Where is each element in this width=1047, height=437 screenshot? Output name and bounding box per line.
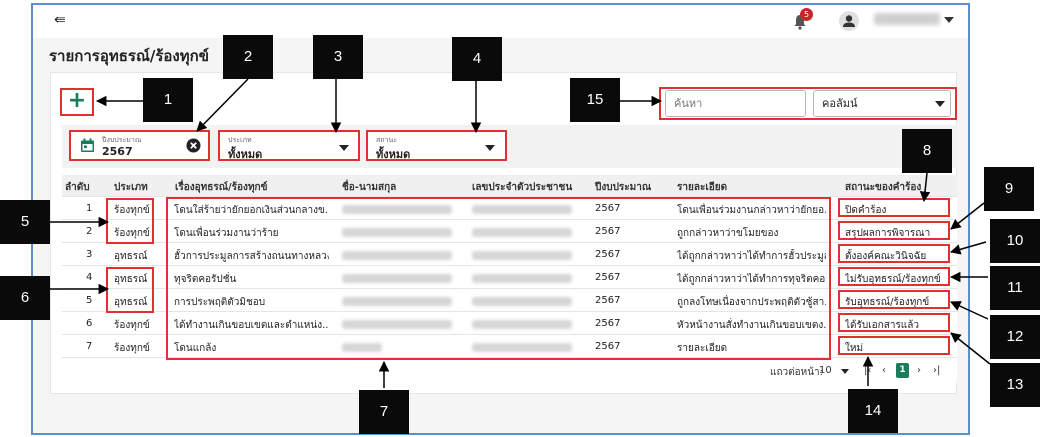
callout-marker: 1	[143, 78, 193, 122]
column-select-value: คอลัมน์	[822, 97, 858, 110]
column-header[interactable]: สถานะของคำร้อง	[845, 180, 921, 195]
user-avatar[interactable]	[839, 11, 859, 31]
next-page-icon[interactable]: ›	[917, 365, 921, 376]
callout-marker: 2	[223, 35, 273, 79]
callout-marker: 6	[0, 276, 50, 320]
callout-box-12	[838, 290, 950, 309]
callout-marker: 7	[359, 390, 409, 434]
status-filter-chevron-down-icon[interactable]	[485, 145, 495, 151]
user-menu-chevron-down-icon[interactable]	[944, 17, 954, 23]
callout-box-14	[838, 336, 950, 355]
callout-marker: 12	[990, 315, 1040, 359]
callout-marker: 14	[848, 389, 898, 433]
collapse-sidebar-icon[interactable]: ⇚	[54, 13, 72, 27]
last-page-icon[interactable]: ›|	[933, 365, 940, 376]
type-filter-value: ทั้งหมด	[228, 148, 263, 161]
callout-marker: 4	[452, 37, 502, 81]
row-number: 7	[86, 341, 93, 352]
row-number: 6	[86, 318, 93, 329]
add-button[interactable]: +	[60, 88, 94, 116]
row-number: 2	[86, 226, 93, 237]
calendar-icon[interactable]	[80, 138, 95, 153]
column-header[interactable]: รายละเอียด	[677, 180, 727, 195]
callout-marker: 11	[990, 266, 1040, 310]
callout-marker: 8	[902, 129, 952, 173]
row-type: ร้องทุกข์	[114, 343, 150, 354]
row-number: 3	[86, 249, 93, 260]
row-number: 5	[86, 295, 93, 306]
callout-marker: 15	[570, 78, 620, 122]
column-header[interactable]: ปีงบประมาณ	[595, 180, 651, 195]
callout-box-9	[838, 221, 950, 240]
callout-box-5	[106, 198, 154, 244]
page-title: รายการอุทธรณ์/ร้องทุกข์	[49, 47, 209, 65]
callout-box-11	[838, 267, 950, 286]
column-header[interactable]: เรื่องอุทธรณ์/ร้องทุกข์	[175, 180, 267, 195]
clear-icon[interactable]	[186, 138, 201, 153]
callout-marker: 5	[0, 200, 50, 244]
column-header[interactable]: เลขประจำตัวประชาชน	[472, 180, 572, 195]
column-header[interactable]: ประเภท	[114, 180, 148, 195]
column-header[interactable]: ชื่อ-นามสกุล	[342, 180, 396, 195]
first-page-icon[interactable]: |‹	[864, 365, 871, 376]
user-name-blurred[interactable]	[874, 13, 940, 25]
row-number: 4	[86, 272, 93, 283]
person-icon	[843, 15, 855, 27]
year-filter-value: 2567	[102, 145, 133, 158]
column-select[interactable]: คอลัมน์	[813, 90, 951, 117]
callout-marker: 13	[990, 363, 1040, 407]
notification-badge: 5	[800, 8, 813, 21]
callout-box-10	[838, 244, 950, 263]
callout-marker: 3	[313, 35, 363, 79]
top-bar	[33, 5, 968, 38]
rows-per-page-value[interactable]: 10	[819, 365, 832, 376]
callout-box-8	[838, 198, 950, 217]
callout-marker: 9	[984, 167, 1034, 211]
annotated-screenshot: ⇚ 5 รายการอุทธรณ์/ร้องทุกข์ + คอลัมน์ ปี…	[0, 0, 1047, 437]
rows-per-page-chevron-down-icon[interactable]	[841, 369, 849, 374]
current-page-button[interactable]: 1	[896, 363, 909, 378]
status-filter-value: ทั้งหมด	[376, 148, 411, 161]
search-input[interactable]	[665, 90, 806, 117]
column-select-chevron-down-icon[interactable]	[935, 101, 945, 107]
callout-box-7	[166, 197, 831, 360]
type-filter-chevron-down-icon[interactable]	[339, 145, 349, 151]
callout-box-13	[838, 313, 950, 332]
callout-marker: 10	[990, 219, 1040, 263]
rows-per-page-label: แถวต่อหน้า:	[770, 367, 824, 378]
row-type: อุทธรณ์	[114, 251, 148, 262]
row-type: ร้องทุกข์	[114, 320, 150, 331]
callout-box-6	[106, 267, 154, 313]
row-number: 1	[86, 203, 93, 214]
previous-page-icon[interactable]: ‹	[882, 365, 886, 376]
column-header[interactable]: ลำดับ	[65, 180, 90, 195]
